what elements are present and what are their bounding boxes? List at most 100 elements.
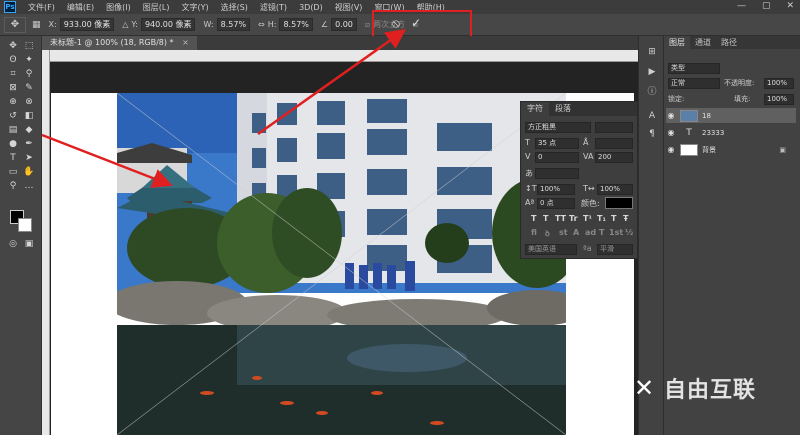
history-panel-icon[interactable]: ⊞ <box>645 46 659 58</box>
opacity-input[interactable]: 100% <box>764 78 794 89</box>
layer-row-18[interactable]: ◉ 18 <box>666 108 796 123</box>
tsume-input[interactable] <box>535 168 579 179</box>
layer-filter-select[interactable]: 类型 <box>668 63 720 74</box>
paragraph-panel-icon[interactable]: ¶ <box>645 128 659 140</box>
underline-button[interactable]: T <box>611 214 616 223</box>
stamp-icon[interactable]: ⊗ <box>22 96 36 108</box>
shape-tool-icon[interactable]: ▭ <box>6 166 20 178</box>
antialias-select[interactable]: 平滑 <box>597 244 633 255</box>
baseline-input[interactable]: 0 点 <box>537 198 575 209</box>
menu-view[interactable]: 视图(V) <box>329 2 369 13</box>
hand-tool-icon[interactable]: ✋ <box>22 166 36 178</box>
fraction-button[interactable]: ½ <box>625 228 633 237</box>
reference-point-icon[interactable]: ▦ <box>32 20 41 30</box>
link-icon[interactable]: ⇔ <box>258 20 265 29</box>
faux-bold-button[interactable]: T <box>531 214 536 223</box>
pen-icon[interactable]: ✒ <box>22 138 36 150</box>
history-brush-icon[interactable]: ↺ <box>6 110 20 122</box>
blur-icon[interactable]: ◆ <box>22 124 36 136</box>
ligature-button[interactable]: fi <box>531 228 537 237</box>
character-panel-icon[interactable]: A <box>645 110 659 122</box>
tab-paths[interactable]: 路径 <box>716 36 742 49</box>
visibility-eye-icon[interactable]: ◉ <box>666 128 676 137</box>
minimize-button[interactable]: — <box>737 1 746 11</box>
quick-mask-icon[interactable]: ◎ <box>6 238 20 250</box>
text-color-swatch[interactable] <box>605 197 633 209</box>
move-tool-icon[interactable]: ✥ <box>6 40 20 52</box>
alt-ligature-button[interactable]: ꝺ <box>545 228 550 239</box>
lasso-tool-icon[interactable]: ʘ <box>6 54 20 66</box>
screen-mode-icon[interactable]: ▣ <box>22 238 36 250</box>
close-window-button[interactable]: ✕ <box>786 1 794 11</box>
superscript-button[interactable]: T¹ <box>583 214 592 223</box>
h-input[interactable]: 8.57% <box>279 18 313 31</box>
move-tool-preset-icon[interactable]: ✥ <box>4 16 26 33</box>
small-caps-button[interactable]: Tr <box>569 214 578 223</box>
all-caps-button[interactable]: TT <box>555 214 566 223</box>
menu-image[interactable]: 图像(I) <box>100 2 137 13</box>
subscript-button[interactable]: T₁ <box>597 214 606 223</box>
menu-edit[interactable]: 编辑(E) <box>61 2 100 13</box>
layer-row-23333[interactable]: ◉ T 23333 <box>666 125 796 140</box>
tsume-icon: あ <box>525 169 533 178</box>
close-tab-icon[interactable]: × <box>182 38 189 47</box>
maximize-button[interactable]: ▢ <box>762 1 771 11</box>
menu-3d[interactable]: 3D(D) <box>293 3 329 12</box>
kerning-input[interactable]: 0 <box>535 152 579 163</box>
marquee-tool-icon[interactable]: ⬚ <box>22 40 36 52</box>
stylistic-button[interactable]: ad <box>585 228 596 237</box>
menu-select[interactable]: 选择(S) <box>215 2 254 13</box>
tab-character[interactable]: 字符 <box>521 102 549 116</box>
y-input[interactable]: 940.00 像素 <box>140 18 196 31</box>
path-select-icon[interactable]: ➤ <box>22 152 36 164</box>
discretionary-button[interactable]: st <box>559 228 568 237</box>
swash-button[interactable]: A <box>573 228 579 237</box>
healing-brush-icon[interactable]: ⊕ <box>6 96 20 108</box>
vertical-scale-input[interactable]: 100% <box>537 184 575 195</box>
brush-icon[interactable]: ✎ <box>22 82 36 94</box>
visibility-eye-icon[interactable]: ◉ <box>666 111 676 120</box>
dodge-icon[interactable]: ● <box>6 138 20 150</box>
tab-paragraph[interactable]: 段落 <box>549 102 577 116</box>
fill-input[interactable]: 100% <box>764 94 794 105</box>
eraser-icon[interactable]: ◧ <box>22 110 36 122</box>
strikethrough-button[interactable]: Ŧ <box>623 214 628 223</box>
menu-filter[interactable]: 滤镜(T) <box>254 2 293 13</box>
visibility-eye-icon[interactable]: ◉ <box>666 145 676 154</box>
gradient-icon[interactable]: ▤ <box>6 124 20 136</box>
menu-type[interactable]: 文字(Y) <box>175 2 214 13</box>
font-size-input[interactable]: 35 点 <box>535 138 579 149</box>
type-tool-icon[interactable]: T <box>6 152 20 164</box>
ordinal-button[interactable]: 1st <box>609 228 623 237</box>
frame-tool-icon[interactable]: ⊠ <box>6 82 20 94</box>
font-style-select[interactable] <box>595 122 633 133</box>
more-tools-icon[interactable]: … <box>22 180 36 192</box>
menu-file[interactable]: 文件(F) <box>22 2 61 13</box>
language-select[interactable]: 美国英语 <box>525 244 577 255</box>
zoom-tool-icon[interactable]: ⚲ <box>6 180 20 192</box>
crop-tool-icon[interactable]: ⌗ <box>6 68 20 80</box>
actions-panel-icon[interactable]: ▶ <box>645 66 659 78</box>
angle-input[interactable]: 0.00 <box>331 18 357 31</box>
tracking-input[interactable]: 200 <box>595 152 633 163</box>
layer-row-background[interactable]: ◉ 背景 ▣ <box>666 142 796 157</box>
blend-mode-select[interactable]: 正常 <box>668 78 720 89</box>
document-tab[interactable]: 未标题-1 @ 100% (18, RGB/8) * × <box>42 36 197 50</box>
x-input[interactable]: 933.00 像素 <box>59 18 115 31</box>
tab-channels[interactable]: 通道 <box>690 36 716 49</box>
tab-layers[interactable]: 图层 <box>664 36 690 49</box>
eyedropper-icon[interactable]: ⚲ <box>22 68 36 80</box>
h-label: H: <box>267 20 277 29</box>
leading-input[interactable] <box>595 138 633 149</box>
magic-wand-icon[interactable]: ✦ <box>22 54 36 66</box>
menu-layer[interactable]: 图层(L) <box>137 2 176 13</box>
background-color-swatch[interactable] <box>18 218 32 232</box>
delta-icon[interactable]: △ <box>122 20 128 29</box>
horizontal-scale-input[interactable]: 100% <box>597 184 633 195</box>
font-family-select[interactable]: 方正粗黑 <box>525 122 591 133</box>
titling-button[interactable]: T <box>599 228 604 237</box>
w-input[interactable]: 8.57% <box>216 18 251 31</box>
placed-photo-layer[interactable] <box>117 93 566 435</box>
faux-italic-button[interactable]: T <box>543 214 548 223</box>
info-panel-icon[interactable]: ⓘ <box>645 86 659 98</box>
